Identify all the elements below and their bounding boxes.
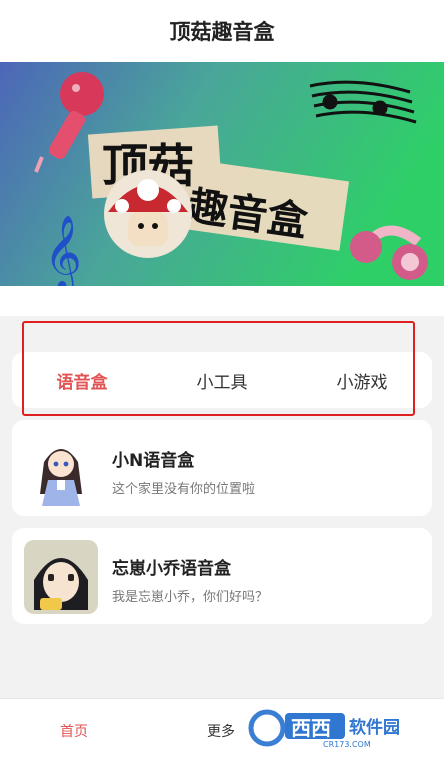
avatar [24, 432, 98, 506]
nav-home[interactable]: 首页 [60, 721, 88, 741]
tab-games[interactable]: 小游戏 [292, 368, 432, 393]
watermark-site: CR173.COM [323, 740, 371, 749]
category-tabs: 语音盒 小工具 小游戏 [12, 352, 432, 408]
list-item[interactable]: 小N语音盒 这个家里没有你的位置啦 [12, 420, 432, 516]
banner-spacer [0, 286, 444, 316]
item-description: 这个家里没有你的位置啦 [112, 482, 256, 497]
app-header: 顶菇趣音盒 [0, 0, 444, 62]
mushroom-icon [104, 170, 192, 258]
banner-image[interactable]: 𝄞 顶菇 趣音盒 [0, 62, 444, 286]
watermark-brand2: 软件园 [349, 717, 400, 738]
watermark-brand: 西西 [291, 716, 331, 740]
page-title: 顶菇趣音盒 [169, 20, 275, 44]
tab-voice-box[interactable]: 语音盒 [12, 368, 152, 393]
item-name: 小N语音盒 [112, 451, 195, 471]
tab-tools[interactable]: 小工具 [152, 368, 292, 393]
item-name: 忘崽小乔语音盒 [112, 559, 231, 579]
list-item[interactable]: 忘崽小乔语音盒 我是忘崽小乔，你们好吗？ [12, 528, 432, 624]
bottom-nav: 首页 更多 西西 软件园 CR173.COM [0, 698, 444, 760]
avatar [24, 540, 98, 614]
watermark-logo: 西西 软件园 CR173.COM [245, 708, 431, 749]
treble-clef-icon: 𝄞 [44, 216, 82, 286]
nav-more[interactable]: 更多 [207, 721, 235, 741]
item-description: 我是忘崽小乔，你们好吗？ [112, 590, 269, 605]
